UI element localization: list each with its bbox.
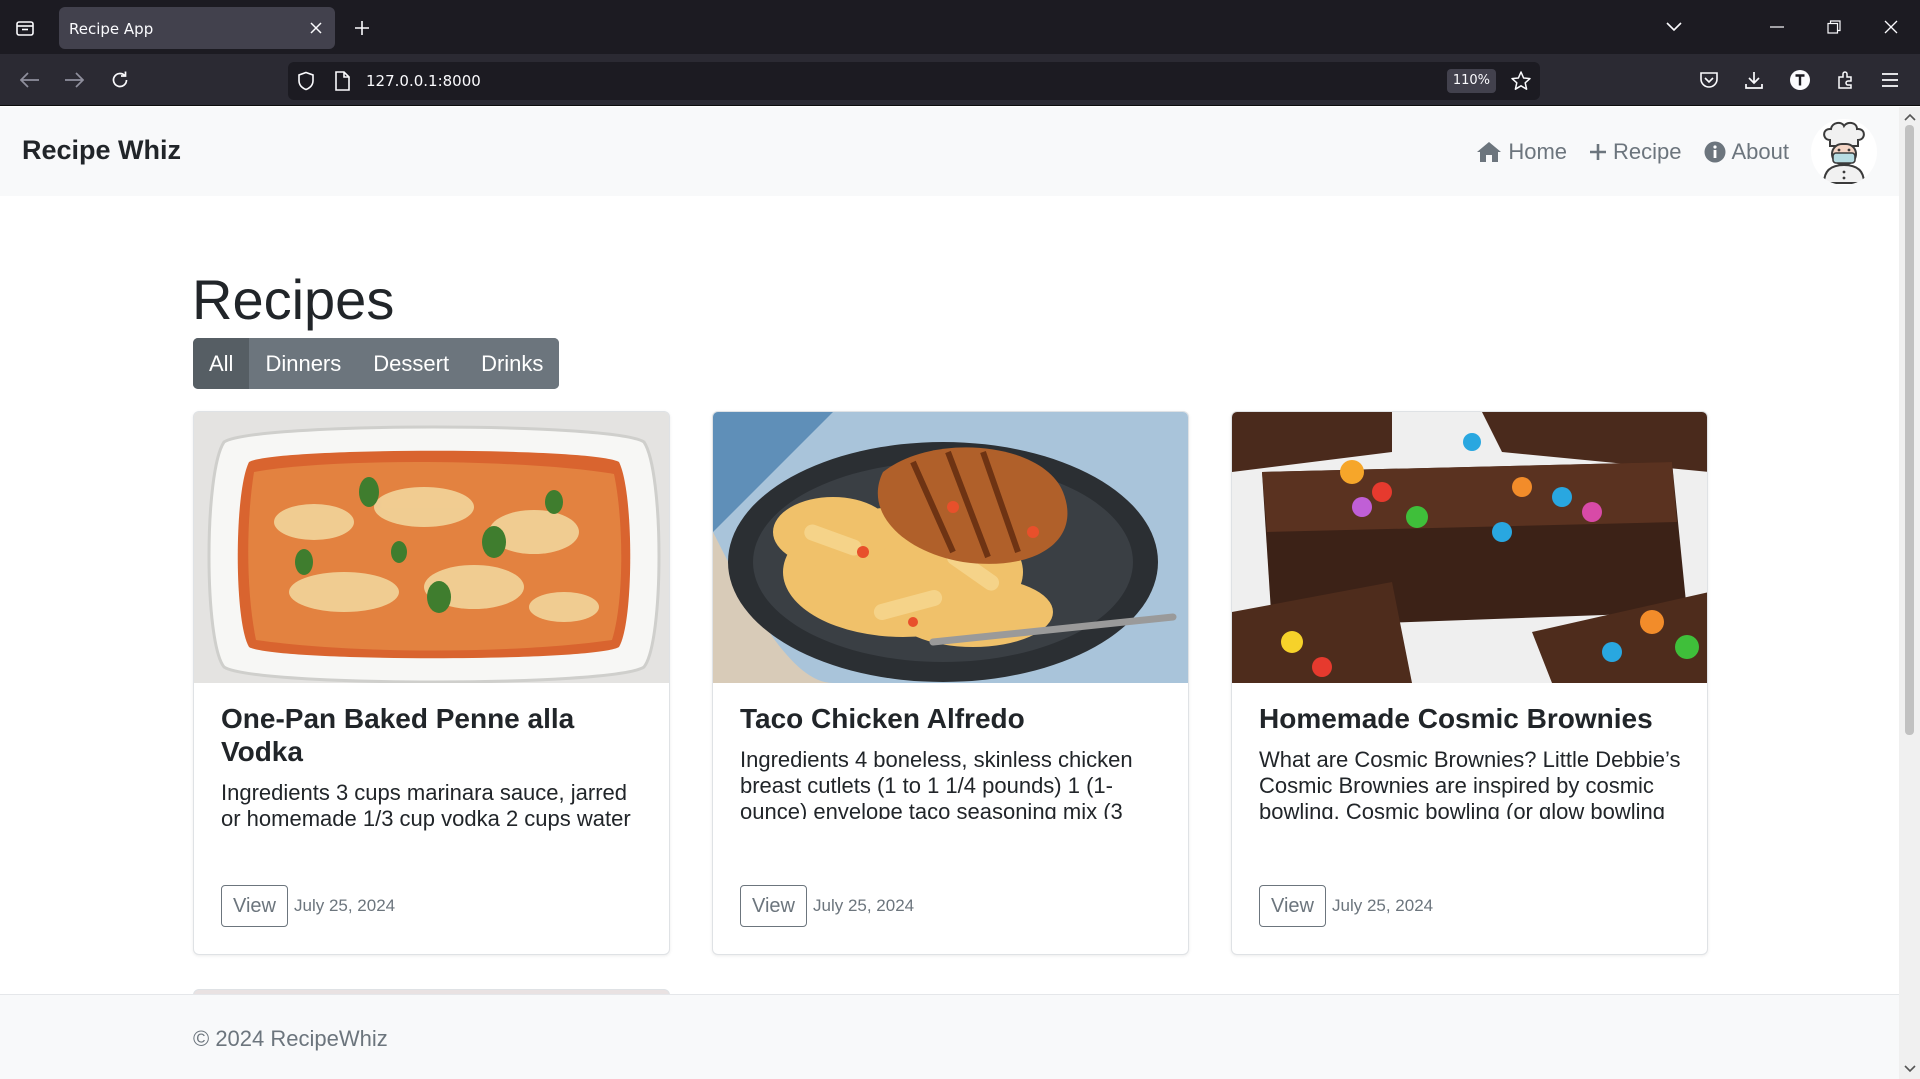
browser-tab-recipe-app[interactable]: Recipe App [59, 7, 335, 49]
chicken-alfredo-photo [713, 412, 1188, 683]
filter-all-button[interactable]: All [193, 338, 250, 389]
view-recipe-button[interactable]: View [740, 885, 807, 927]
view-recipe-button[interactable]: View [1259, 885, 1326, 927]
recipe-title: Homemade Cosmic Brownies [1259, 703, 1653, 734]
site-nav: Home Recipe About [1476, 107, 1899, 196]
new-tab-plus-icon[interactable] [347, 13, 377, 43]
info-icon [1704, 141, 1725, 162]
recipe-title: One-Pan Baked Penne alla Vodka [221, 703, 575, 767]
category-filter-group: All Dinners Dessert Drinks [193, 338, 560, 389]
cosmic-brownies-photo [1232, 412, 1707, 683]
page-title: Recipes [192, 268, 395, 331]
web-page: Recipe Whiz Home Recipe About Recipes Al… [0, 107, 1899, 1079]
menu-hamburger-icon[interactable] [1874, 64, 1906, 96]
card-body: Taco Chicken Alfredo Ingredients 4 bonel… [740, 702, 1165, 819]
recipe-card: Homemade Cosmic Brownies What are Cosmic… [1231, 411, 1708, 955]
tab-title: Recipe App [69, 20, 154, 38]
plus-icon [1590, 143, 1607, 160]
download-icon[interactable] [1738, 64, 1770, 96]
tab-list-icon[interactable] [10, 14, 40, 42]
filter-dessert-button[interactable]: Dessert [357, 338, 466, 389]
nav-about-label: About [1731, 138, 1790, 164]
chevron-down-icon[interactable] [1659, 12, 1689, 42]
scrollbar-thumb[interactable] [1905, 125, 1914, 735]
recipe-card: Taco Chicken Alfredo Ingredients 4 bonel… [712, 411, 1189, 955]
recipe-date: July 25, 2024 [1332, 896, 1434, 915]
extensions-icon[interactable] [1830, 64, 1862, 96]
browser-toolbar: 127.0.0.1:8000 110% [0, 54, 1920, 106]
browser-tab-bar: Recipe App [0, 0, 1920, 54]
card-body: Homemade Cosmic Brownies What are Cosmic… [1259, 702, 1684, 819]
restore-icon[interactable] [1819, 12, 1849, 42]
reload-icon[interactable] [104, 64, 136, 96]
copyright-text: © 2024 RecipeWhiz [193, 1026, 388, 1051]
recipe-excerpt: Ingredients 4 boneless, skinless chicken… [740, 747, 1133, 819]
nav-home-link[interactable]: Home [1476, 139, 1567, 165]
recipe-excerpt: Ingredients 3 cups marinara sauce, jarre… [221, 780, 631, 836]
recipe-excerpt: What are Cosmic Brownies? Little Debbie’… [1259, 747, 1681, 819]
home-icon [1477, 141, 1502, 162]
filter-drinks-button[interactable]: Drinks [465, 338, 560, 389]
window-close-icon[interactable] [1876, 12, 1906, 42]
close-icon[interactable] [305, 17, 327, 39]
page-scrollbar[interactable] [1899, 107, 1920, 1079]
nav-home-label: Home [1508, 138, 1568, 164]
scroll-down-arrow-icon[interactable] [1903, 1063, 1916, 1075]
recipe-date: July 25, 2024 [813, 896, 915, 915]
site-footer: © 2024 RecipeWhiz [0, 994, 1899, 1079]
nav-recipe-link[interactable]: Recipe [1589, 138, 1682, 165]
baked-penne-photo [194, 412, 669, 683]
card-footer: View July 25, 2024 [221, 885, 395, 927]
scroll-up-arrow-icon[interactable] [1903, 111, 1916, 123]
recipe-date: July 25, 2024 [294, 896, 396, 915]
recipe-title: Taco Chicken Alfredo [740, 703, 1025, 734]
url-bar[interactable]: 127.0.0.1:8000 110% [288, 62, 1540, 100]
card-footer: View July 25, 2024 [1259, 885, 1433, 927]
account-t-icon[interactable] [1784, 64, 1816, 96]
chef-avatar-icon[interactable] [1811, 118, 1877, 185]
site-brand[interactable]: Recipe Whiz [22, 135, 181, 166]
shield-icon[interactable] [296, 71, 316, 96]
site-header: Recipe Whiz Home Recipe About [0, 107, 1899, 196]
pocket-icon[interactable] [1693, 64, 1725, 96]
minimize-icon[interactable] [1762, 12, 1792, 42]
forward-arrow-icon[interactable] [58, 64, 90, 96]
zoom-level-badge[interactable]: 110% [1446, 69, 1496, 93]
bookmark-star-icon[interactable] [1510, 70, 1532, 97]
back-arrow-icon[interactable] [14, 64, 46, 96]
nav-recipe-label: Recipe [1613, 138, 1682, 164]
card-footer: View July 25, 2024 [740, 885, 914, 927]
nav-about-link[interactable]: About [1704, 138, 1790, 165]
recipe-card: One-Pan Baked Penne alla Vodka Ingredien… [193, 411, 670, 955]
filter-dinners-button[interactable]: Dinners [249, 338, 358, 389]
url-text: 127.0.0.1:8000 [366, 72, 481, 90]
page-icon[interactable] [334, 71, 350, 96]
card-body: One-Pan Baked Penne alla Vodka Ingredien… [221, 702, 646, 836]
view-recipe-button[interactable]: View [221, 885, 288, 927]
